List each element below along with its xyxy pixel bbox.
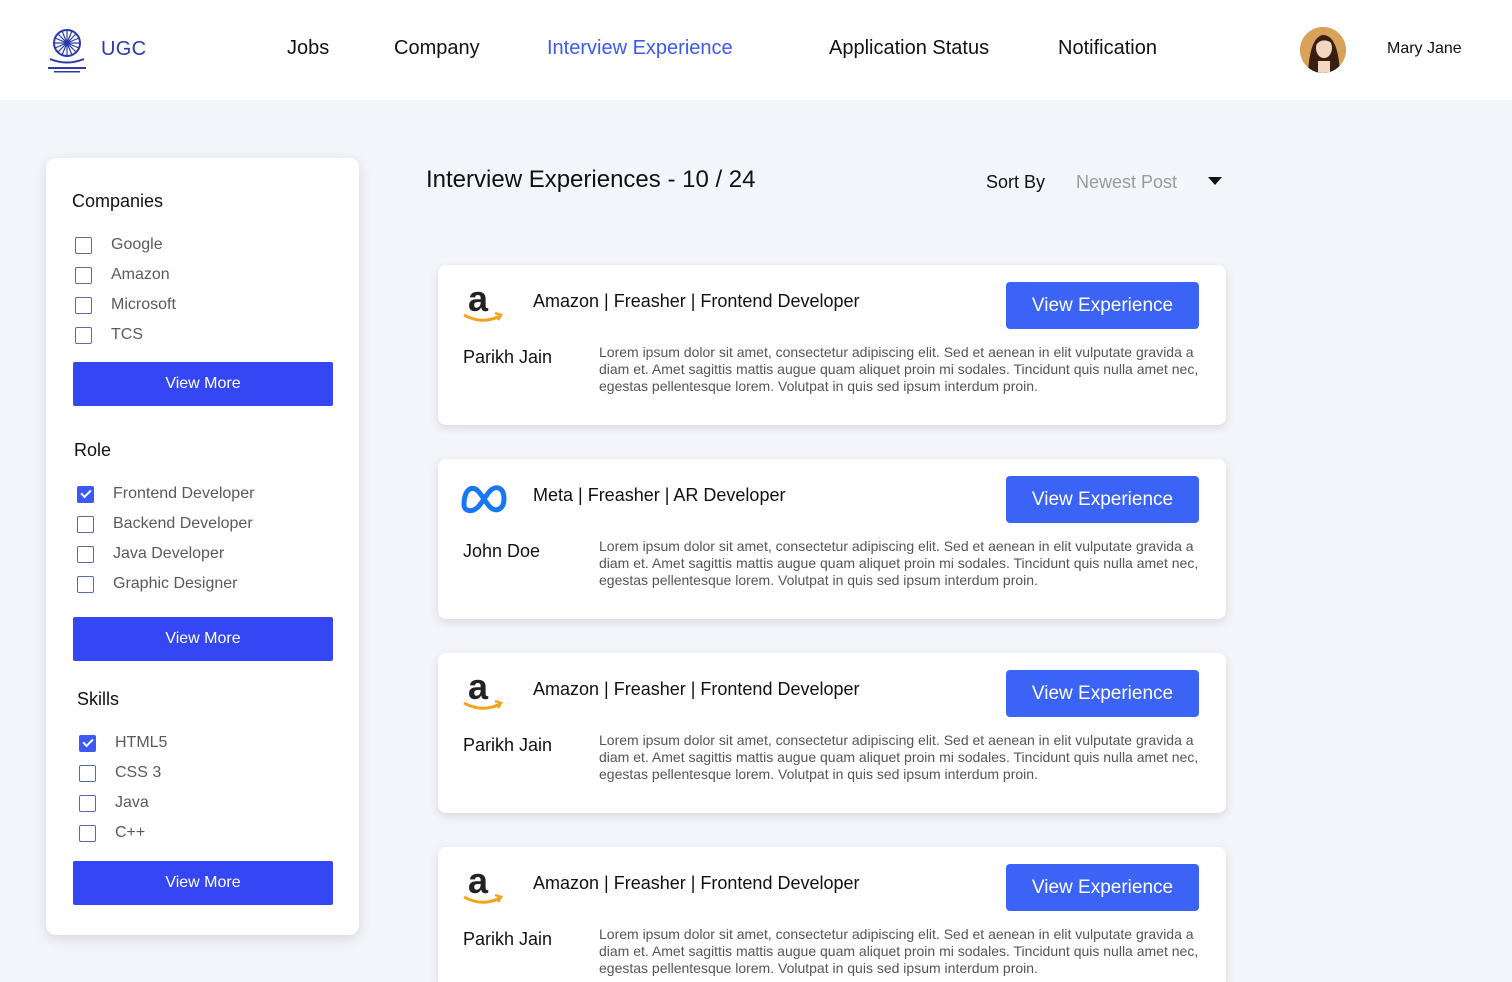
filter-label: Frontend Developer xyxy=(113,485,255,502)
checkbox-checked[interactable] xyxy=(77,485,94,503)
role-view-more-button[interactable]: View More xyxy=(73,617,333,661)
skills-view-more-button[interactable]: View More xyxy=(73,861,333,905)
card-title: Amazon | Freasher | Frontend Developer xyxy=(533,873,860,893)
filter-label: Amazon xyxy=(111,266,170,283)
card-description: Lorem ipsum dolor sit amet, consectetur … xyxy=(599,538,1199,588)
nav-company[interactable]: Company xyxy=(394,37,480,60)
checkbox[interactable] xyxy=(79,794,96,812)
checkbox[interactable] xyxy=(77,575,94,593)
card-title: Meta | Freasher | AR Developer xyxy=(533,485,786,505)
card-author: Parikh Jain xyxy=(463,347,553,367)
svg-text:a: a xyxy=(468,281,489,319)
skills-title: Skills xyxy=(77,689,120,709)
page-title: Interview Experiences - 10 / 24 xyxy=(426,166,756,193)
checkbox[interactable] xyxy=(79,824,96,842)
checkbox[interactable] xyxy=(75,296,92,314)
experience-card: a Amazon | Freasher | Frontend Developer… xyxy=(438,653,1226,813)
nav-interview-experience[interactable]: Interview Experience xyxy=(547,37,733,60)
filter-skill-css3[interactable]: CSS 3 xyxy=(79,763,161,783)
filter-company-microsoft[interactable]: Microsoft xyxy=(75,295,176,315)
filter-role-graphic[interactable]: Graphic Designer xyxy=(77,574,238,594)
filter-label: TCS xyxy=(111,326,143,343)
card-description: Lorem ipsum dolor sit amet, consectetur … xyxy=(599,926,1199,976)
filter-label: Graphic Designer xyxy=(113,575,238,592)
checkbox[interactable] xyxy=(79,764,96,782)
view-experience-button[interactable]: View Experience xyxy=(1006,282,1199,329)
user-name[interactable]: Mary Jane xyxy=(1387,40,1462,58)
view-experience-button[interactable]: View Experience xyxy=(1006,476,1199,523)
checkbox[interactable] xyxy=(77,545,94,563)
checkbox[interactable] xyxy=(75,236,92,254)
filter-skill-cpp[interactable]: C++ xyxy=(79,823,145,843)
amazon-logo-icon: a xyxy=(463,281,503,322)
chevron-down-icon[interactable] xyxy=(1208,177,1222,185)
svg-text:a: a xyxy=(468,669,489,707)
experience-card: a Amazon | Freasher | Frontend Developer… xyxy=(438,265,1226,425)
filter-role-java[interactable]: Java Developer xyxy=(77,544,224,564)
role-title: Role xyxy=(74,440,112,460)
filter-skill-html5[interactable]: HTML5 xyxy=(79,733,167,753)
brand-name[interactable]: UGC xyxy=(101,38,146,61)
filter-label: Java xyxy=(115,794,149,811)
filter-company-tcs[interactable]: TCS xyxy=(75,325,143,345)
user-avatar[interactable] xyxy=(1300,27,1346,73)
top-navbar: UGC Jobs Company Interview Experience Ap… xyxy=(0,0,1512,100)
amazon-logo-icon: a xyxy=(463,863,503,904)
experience-card: a Amazon | Freasher | Frontend Developer… xyxy=(438,847,1226,982)
filter-company-google[interactable]: Google xyxy=(75,235,163,255)
nav-jobs[interactable]: Jobs xyxy=(287,37,329,60)
experience-card: Meta | Freasher | AR Developer John Doe … xyxy=(438,459,1226,619)
card-title: Amazon | Freasher | Frontend Developer xyxy=(533,291,860,311)
checkbox[interactable] xyxy=(75,326,92,344)
filter-skill-java[interactable]: Java xyxy=(79,793,149,813)
companies-title: Companies xyxy=(72,191,164,211)
companies-view-more-button[interactable]: View More xyxy=(73,362,333,406)
nav-application-status[interactable]: Application Status xyxy=(829,37,989,60)
card-author: John Doe xyxy=(463,541,541,561)
filter-label: Backend Developer xyxy=(113,515,253,532)
card-description: Lorem ipsum dolor sit amet, consectetur … xyxy=(599,344,1199,394)
filter-label: Java Developer xyxy=(113,545,225,562)
filter-label: Google xyxy=(111,236,163,253)
card-author: Parikh Jain xyxy=(463,929,553,949)
nav-notification[interactable]: Notification xyxy=(1058,37,1157,60)
filter-label: HTML5 xyxy=(115,734,168,751)
sort-dropdown[interactable]: Newest Post xyxy=(1076,172,1177,193)
filter-role-frontend[interactable]: Frontend Developer xyxy=(77,484,254,504)
checkbox[interactable] xyxy=(75,266,92,284)
ugc-emblem-icon[interactable] xyxy=(44,26,90,74)
card-author: Parikh Jain xyxy=(463,735,553,755)
filter-label: Microsoft xyxy=(111,296,176,313)
filter-label: C++ xyxy=(115,824,146,841)
filter-company-amazon[interactable]: Amazon xyxy=(75,265,170,285)
filter-role-backend[interactable]: Backend Developer xyxy=(77,514,253,534)
checkbox-checked[interactable] xyxy=(79,734,96,752)
sort-label: Sort By xyxy=(986,172,1046,192)
card-title: Amazon | Freasher | Frontend Developer xyxy=(533,679,860,699)
meta-logo-icon xyxy=(461,485,507,514)
view-experience-button[interactable]: View Experience xyxy=(1006,864,1199,911)
filter-label: CSS 3 xyxy=(115,764,162,781)
svg-text:a: a xyxy=(468,863,489,901)
card-description: Lorem ipsum dolor sit amet, consectetur … xyxy=(599,732,1199,782)
amazon-logo-icon: a xyxy=(463,669,503,710)
filter-sidebar: Companies Google Amazon Microsoft TCS Vi… xyxy=(46,158,359,935)
checkbox[interactable] xyxy=(77,515,94,533)
view-experience-button[interactable]: View Experience xyxy=(1006,670,1199,717)
